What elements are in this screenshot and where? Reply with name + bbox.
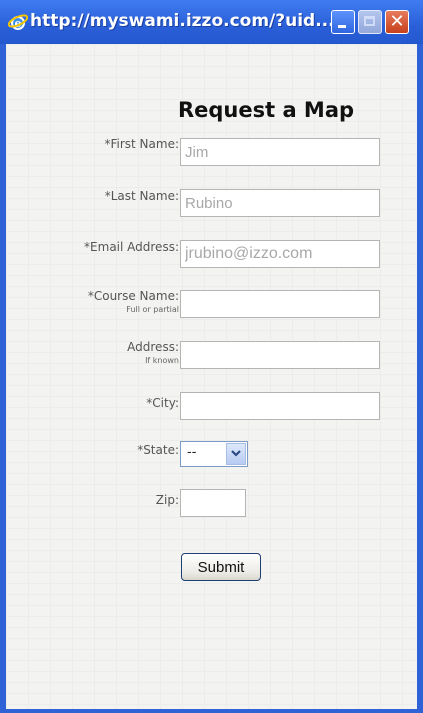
city-field[interactable] <box>180 392 380 420</box>
last-name-label: *Last Name: <box>104 189 179 203</box>
close-button[interactable]: ✕ <box>385 10 409 34</box>
first-name-label: *First Name: <box>104 137 179 151</box>
first-name-field[interactable] <box>180 138 380 166</box>
chevron-down-icon <box>231 450 241 457</box>
state-select[interactable]: -- <box>180 441 248 467</box>
state-selected-value: -- <box>187 445 197 460</box>
course-name-field[interactable] <box>180 290 380 318</box>
page-title: Request a Map <box>177 98 355 122</box>
page-content: Request a Map *First Name: *Last Name: *… <box>6 44 417 709</box>
minimize-button[interactable] <box>331 10 355 34</box>
zip-field[interactable] <box>180 489 246 517</box>
address-label: Address: <box>127 340 179 354</box>
close-icon: ✕ <box>389 11 405 32</box>
email-label: *Email Address: <box>84 240 179 254</box>
maximize-button[interactable] <box>358 10 382 34</box>
email-field[interactable] <box>180 240 380 268</box>
last-name-field[interactable] <box>180 189 380 217</box>
course-name-hint: Full or partial <box>126 305 179 314</box>
state-dropdown-button[interactable] <box>226 443 246 465</box>
submit-button[interactable]: Submit <box>181 553 261 581</box>
ie-icon: e <box>7 12 29 32</box>
zip-label: Zip: <box>155 493 179 507</box>
address-field[interactable] <box>180 341 380 369</box>
title-bar[interactable]: e http://myswami.izzo.com/?uid... ✕ <box>0 0 423 44</box>
state-label: *State: <box>137 443 179 457</box>
city-label: *City: <box>146 396 179 410</box>
course-name-label: *Course Name: <box>87 289 179 303</box>
window-title: http://myswami.izzo.com/?uid... <box>30 11 335 31</box>
address-hint: If known <box>145 356 179 365</box>
